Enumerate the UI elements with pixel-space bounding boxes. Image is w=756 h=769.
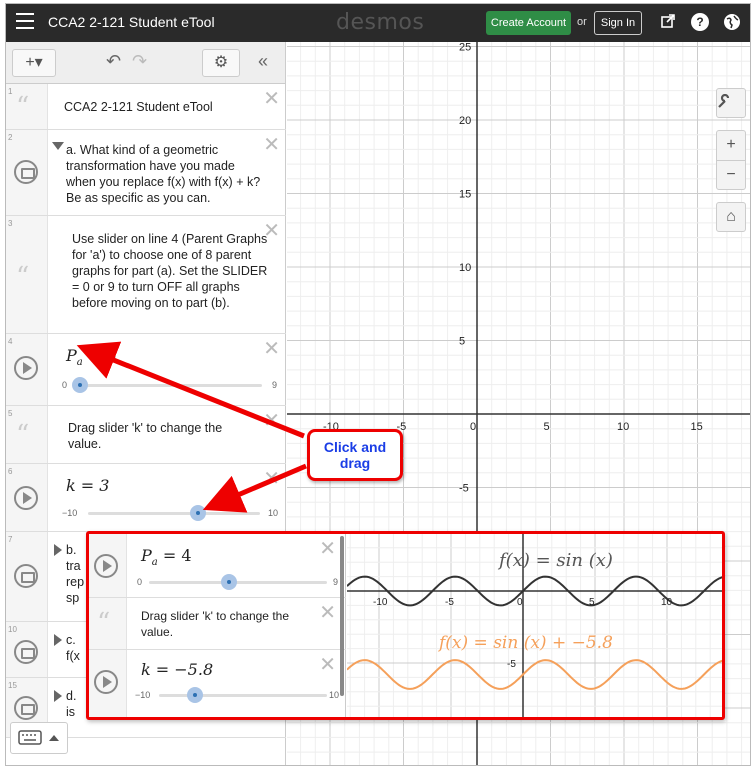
graph-tools: + − ⌂ xyxy=(716,88,746,232)
folder-title: a. What kind of a geometric transformati… xyxy=(66,143,261,205)
x-tick-label: 0 xyxy=(470,421,476,433)
y-tick-label: -5 xyxy=(459,483,469,495)
close-icon[interactable]: ✕ xyxy=(263,466,280,490)
inset-y-tick-label: -5 xyxy=(507,659,516,670)
slider-handle[interactable] xyxy=(190,505,206,521)
undo-icon[interactable]: ↶ xyxy=(106,51,121,72)
slider-handle[interactable] xyxy=(72,377,88,393)
folder-icon xyxy=(14,564,38,588)
inset-slider-handle xyxy=(187,687,203,703)
y-tick-label: 15 xyxy=(459,189,471,201)
x-tick-label: 15 xyxy=(691,421,703,433)
graph-title: CCA2 2-121 Student eTool xyxy=(48,14,215,30)
app-window: CCA2 2-121 Student eTool desmos Create A… xyxy=(5,3,751,766)
close-icon[interactable]: ✕ xyxy=(263,218,280,242)
inset-scrollbar xyxy=(340,536,344,696)
folder-title: d. xyxy=(66,689,77,703)
gear-icon[interactable]: ⚙ xyxy=(202,49,240,77)
play-icon[interactable] xyxy=(14,356,38,380)
inset-expression-k: k = −5.8 −10 10 ✕ xyxy=(89,650,346,717)
note-icon: “ xyxy=(16,262,30,292)
create-account-button[interactable]: Create Account xyxy=(486,11,571,35)
play-icon[interactable] xyxy=(14,486,38,510)
y-tick-label: 20 xyxy=(459,115,471,127)
note-icon: “ xyxy=(97,608,111,638)
folder-icon xyxy=(14,696,38,720)
inset-x-tick-label: 10 xyxy=(661,597,673,608)
curve-label-sin: f(x) = sin (x) xyxy=(497,550,613,571)
zoom-out-icon[interactable]: − xyxy=(716,160,746,190)
inset-graph: -10 -5 0 5 10 -5 f(x) = sin (x) f(x) = sin (x) … xyxy=(346,534,722,717)
inset-expression-note: “ Drag slider 'k' to change the value. ✕ xyxy=(89,598,346,650)
y-tick-label: 5 xyxy=(459,336,465,348)
note-text: Use slider on line 4 (Parent Graphs for … xyxy=(72,232,268,310)
top-bar: CCA2 2-121 Student eTool desmos Create A… xyxy=(6,4,750,42)
shifted-sine-curve xyxy=(346,659,722,690)
slider-expression: Pa = 0 xyxy=(66,346,117,369)
note-text: Drag slider 'k' to change the value. xyxy=(68,421,223,451)
slider-track[interactable] xyxy=(88,512,260,515)
close-icon[interactable]: ✕ xyxy=(263,408,280,432)
home-icon[interactable]: ⌂ xyxy=(716,202,746,232)
close-icon[interactable]: ✕ xyxy=(263,336,280,360)
inset-x-tick-label: -5 xyxy=(445,597,454,608)
inset-expression-list: Pa = 4 0 9 ✕ “ Drag slider 'k' to change… xyxy=(89,534,346,717)
x-tick-label: 5 xyxy=(544,421,550,433)
close-icon: ✕ xyxy=(319,600,336,624)
hamburger-icon[interactable] xyxy=(16,13,34,29)
keyboard-icon[interactable] xyxy=(10,722,68,754)
folder-title: b. xyxy=(66,543,77,557)
redo-icon[interactable]: ↷ xyxy=(132,51,147,72)
inset-slider-expression: Pa = 4 xyxy=(141,546,192,569)
chevron-right-icon[interactable] xyxy=(54,544,62,556)
y-tick-label: 10 xyxy=(459,262,471,274)
close-icon: ✕ xyxy=(319,652,336,676)
note-text: CCA2 2-121 Student eTool xyxy=(64,100,213,114)
curve-label-shifted: f(x) = sin (x) + −5.8 xyxy=(437,633,613,653)
play-icon xyxy=(94,554,118,578)
expression-toolbar: +▾ ↶ ↷ ⚙ « xyxy=(6,42,285,84)
or-text: or xyxy=(577,16,587,28)
expression-item-3[interactable]: 3 “ Use slider on line 4 (Parent Graphs f… xyxy=(6,216,286,334)
inset-x-tick-label: 0 xyxy=(517,597,523,608)
expression-item-2[interactable]: 2 a. What kind of a geometric transforma… xyxy=(6,130,286,216)
collapse-icon[interactable]: « xyxy=(258,51,268,72)
slider-track[interactable] xyxy=(76,384,262,387)
expression-item-4[interactable]: 4 Pa = 0 0 9 ✕ xyxy=(6,334,286,406)
chevron-right-icon[interactable] xyxy=(54,634,62,646)
close-icon[interactable]: ✕ xyxy=(263,86,280,110)
expression-item-1[interactable]: 1 “ CCA2 2-121 Student eTool ✕ xyxy=(6,84,286,130)
expression-item-5[interactable]: 5 “ Drag slider 'k' to change the value. … xyxy=(6,406,286,464)
close-icon[interactable]: ✕ xyxy=(263,132,280,156)
y-tick-label: 25 xyxy=(459,42,471,54)
inset-expression-pa: Pa = 4 0 9 ✕ xyxy=(89,534,346,598)
desmos-logo: desmos xyxy=(336,10,425,35)
help-icon[interactable]: ? xyxy=(691,13,709,31)
inset-slider-handle xyxy=(221,574,237,590)
globe-icon[interactable] xyxy=(723,13,741,31)
close-icon: ✕ xyxy=(319,536,336,560)
note-icon: “ xyxy=(16,420,30,450)
note-icon: “ xyxy=(16,92,30,122)
inset-example: Pa = 4 0 9 ✕ “ Drag slider 'k' to change… xyxy=(86,531,725,720)
inset-graph-canvas: -10 -5 0 5 10 -5 f(x) = sin (x) f(x) = sin (x) … xyxy=(346,534,722,717)
inset-x-tick-label: 5 xyxy=(589,597,595,608)
expression-item-6[interactable]: 6 k = 3 −10 10 ✕ xyxy=(6,464,286,532)
plus-icon[interactable]: +▾ xyxy=(12,49,56,77)
x-tick-label: 10 xyxy=(617,421,629,433)
folder-icon xyxy=(14,160,38,184)
folder-icon xyxy=(14,640,38,664)
inset-x-tick-label: -10 xyxy=(373,597,388,608)
zoom-in-icon[interactable]: + xyxy=(716,130,746,160)
slider-expression: k = 3 xyxy=(66,476,110,495)
share-icon[interactable] xyxy=(659,13,677,31)
sign-in-button[interactable]: Sign In xyxy=(594,11,642,35)
folder-title: c. xyxy=(66,633,76,647)
click-and-drag-callout: Click and drag xyxy=(307,429,403,481)
play-icon xyxy=(94,670,118,694)
wrench-icon[interactable] xyxy=(716,88,746,118)
chevron-right-icon[interactable] xyxy=(54,690,62,702)
chevron-down-icon[interactable] xyxy=(52,142,64,150)
